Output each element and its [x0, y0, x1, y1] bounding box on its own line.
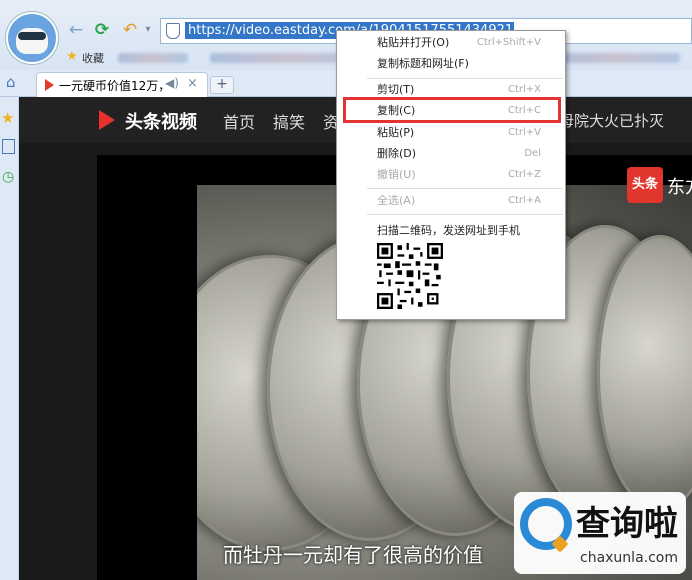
security-shield-icon [166, 23, 180, 39]
menu-item-undo[interactable]: 撤销(U) Ctrl+Z [337, 165, 565, 185]
watermark-logo: 查询啦 chaxunla.com [514, 492, 686, 574]
menu-separator [367, 214, 563, 215]
refresh-icon[interactable]: ⟳ [92, 20, 112, 40]
close-tab-icon[interactable]: × [187, 76, 198, 91]
copy-highlight-box [343, 97, 561, 123]
site-logo-text[interactable]: 头条视频 [125, 108, 197, 134]
video-subtitle: 而牡丹一元却有了很高的价值 [223, 543, 483, 567]
play-icon [45, 79, 54, 91]
qr-code-graphic [377, 243, 443, 309]
undo-icon[interactable]: ↶ [120, 20, 140, 40]
favorites-label[interactable]: 收藏 [82, 50, 104, 66]
home-icon[interactable]: ⌂ [6, 73, 16, 91]
menu-separator [367, 78, 563, 79]
back-arrow-icon[interactable]: ← [66, 20, 86, 40]
new-tab-button[interactable]: + [210, 76, 234, 94]
menu-item-copy-title-url[interactable]: 复制标题和网址(F) [337, 54, 565, 74]
reader-icon[interactable] [2, 139, 15, 154]
nav-home[interactable]: 首页 [223, 109, 255, 133]
tab-title: 一元硬币价值12万， [59, 79, 171, 93]
context-menu: 粘贴并打开(O) Ctrl+Shift+V 复制标题和网址(F) 剪切(T) C… [336, 30, 566, 320]
user-avatar[interactable] [6, 12, 58, 64]
favorites-sidebar-star-icon[interactable]: ★ [1, 109, 14, 127]
menu-item-delete[interactable]: 删除(D) Del [337, 144, 565, 164]
favorite-link-blurred[interactable] [118, 53, 188, 63]
speaker-icon[interactable]: ◀) [165, 76, 179, 90]
watermark-en-text: chaxunla.com [580, 550, 678, 566]
menu-item-paste[interactable]: 粘贴(P) Ctrl+V [337, 123, 565, 143]
toutiao-side-text: 东方 [667, 177, 692, 198]
undo-dropdown-chevron-icon[interactable]: ▾ [138, 20, 158, 40]
menu-item-scan-qr[interactable]: 扫描二维码，发送网址到手机 [337, 221, 565, 241]
tab-active[interactable]: 一元硬币价值12万， ◀) × [36, 72, 208, 97]
favorites-star-icon[interactable]: ★ [66, 49, 78, 64]
side-panel: ★ ◷ [0, 97, 19, 580]
favorite-link-blurred[interactable] [550, 53, 680, 63]
history-clock-icon[interactable]: ◷ [2, 169, 14, 185]
menu-separator [367, 188, 563, 189]
menu-item-paste-and-open[interactable]: 粘贴并打开(O) Ctrl+Shift+V [337, 33, 565, 53]
menu-item-select-all[interactable]: 全选(A) Ctrl+A [337, 191, 565, 211]
qr-code[interactable] [377, 243, 443, 309]
watermark-cn-text: 查询啦 [576, 504, 678, 544]
logo-play-icon [99, 110, 115, 130]
nav-funny[interactable]: 搞笑 [273, 109, 305, 133]
toutiao-badge: 头条 [627, 167, 663, 203]
